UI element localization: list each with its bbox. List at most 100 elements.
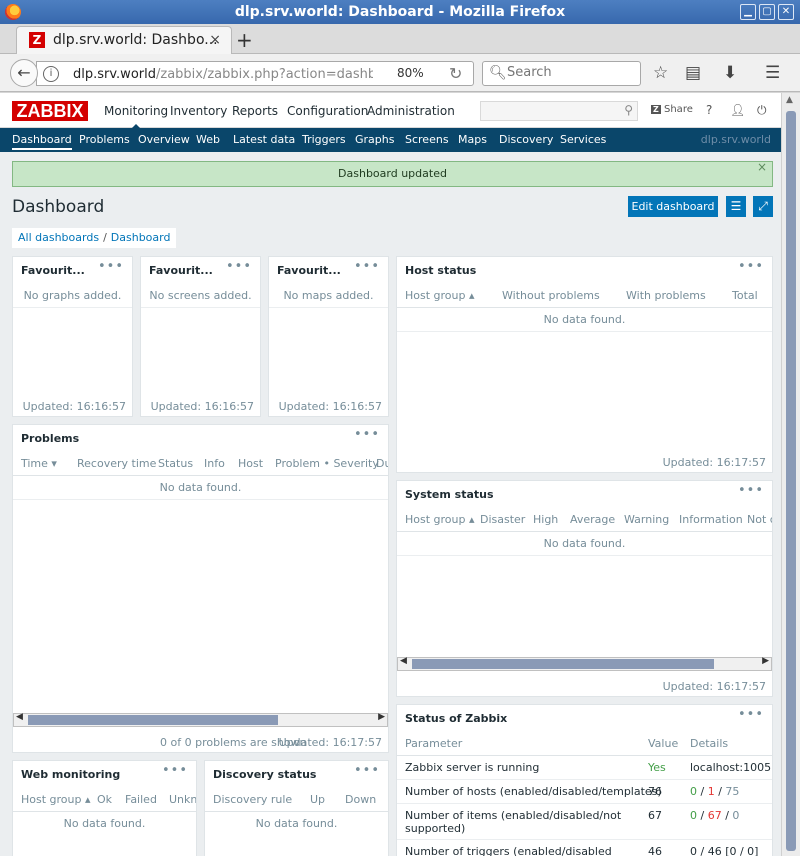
column-unknown: Unkno <box>169 793 197 806</box>
table-cell-value: 76 <box>648 785 662 798</box>
widget-menu-icon[interactable]: ••• <box>738 483 764 498</box>
column-host: Host <box>238 457 264 470</box>
horizontal-scrollbar[interactable]: ◀ ▶ <box>13 712 388 727</box>
server-name: dlp.srv.world <box>700 133 771 146</box>
success-message-text: Dashboard updated <box>338 167 447 180</box>
message-close-icon[interactable]: × <box>757 155 767 179</box>
column-duration: Du <box>376 457 388 470</box>
subnav-triggers[interactable]: Triggers <box>302 133 346 146</box>
tab-close-icon[interactable]: × <box>209 32 221 48</box>
table-cell-parameter: Number of triggers (enabled/disabled <box>405 845 612 856</box>
edit-dashboard-button[interactable]: Edit dashboard <box>628 196 718 217</box>
zabbix-logo[interactable]: ZABBIX <box>12 101 88 121</box>
dashboard-list-icon[interactable]: ☰ <box>726 196 746 217</box>
subnav-overview[interactable]: Overview <box>138 133 190 146</box>
divider <box>397 803 772 804</box>
menu-inventory[interactable]: Inventory <box>170 104 227 118</box>
widget-title: System status <box>405 488 494 501</box>
fullscreen-icon[interactable]: ⤢ <box>753 196 773 217</box>
table-cell-details: 0 / 1 / 75 <box>690 785 740 798</box>
scrollbar-thumb[interactable] <box>412 659 714 669</box>
updated-time: Updated: 16:16:57 <box>22 400 126 413</box>
subnav-problems[interactable]: Problems <box>79 133 130 146</box>
horizontal-scrollbar[interactable]: ◀ ▶ <box>397 656 772 671</box>
breadcrumb-all-dashboards[interactable]: All dashboards <box>18 231 99 244</box>
search-box[interactable]: 🔍︎ <box>482 61 641 86</box>
widget-menu-icon[interactable]: ••• <box>354 427 380 442</box>
empty-text: No data found. <box>543 313 626 326</box>
close-window-icon[interactable]: ✕ <box>778 4 794 20</box>
widget-status-of-zabbix: Status of Zabbix ••• Parameter Value Det… <box>396 704 773 856</box>
widget-host-status: Host status ••• Host group ▴ Without pro… <box>396 256 773 473</box>
search-input[interactable] <box>507 65 627 80</box>
download-icon[interactable]: ⬇ <box>723 63 737 83</box>
subnav-web[interactable]: Web <box>196 133 220 146</box>
subnav-dashboard[interactable]: Dashboard <box>12 133 72 150</box>
subnav-screens[interactable]: Screens <box>405 133 449 146</box>
page-vertical-scrollbar[interactable]: ▲ <box>781 93 800 856</box>
subnav-services[interactable]: Services <box>560 133 606 146</box>
table-cell-details: 0 / 46 [0 / 0] <box>690 845 759 856</box>
subnav-graphs[interactable]: Graphs <box>355 133 394 146</box>
share-link[interactable]: Z Share <box>651 104 693 115</box>
tab-bar: Z dlp.srv.world: Dashbo... × + <box>0 24 800 54</box>
minimize-icon[interactable]: ▁ <box>740 4 756 20</box>
table-cell-value: 67 <box>648 809 662 822</box>
widget-menu-icon[interactable]: ••• <box>354 763 380 778</box>
scrollbar-thumb[interactable] <box>786 111 796 851</box>
zabbix-search-icon[interactable]: ⚲ <box>624 103 633 117</box>
url-text[interactable]: dlp.srv.world/zabbix/zabbix.php?action=d… <box>73 67 373 82</box>
divider <box>397 531 772 532</box>
scrollbar-thumb[interactable] <box>28 715 278 725</box>
widget-menu-icon[interactable]: ••• <box>354 259 380 274</box>
bookmark-star-icon[interactable]: ☆ <box>653 63 668 83</box>
table-cell-parameter: Number of items (enabled/disabled/not <box>405 809 622 822</box>
back-button[interactable]: ← <box>10 59 38 87</box>
zoom-level[interactable]: 80% <box>397 66 424 80</box>
subnav-discovery[interactable]: Discovery <box>499 133 553 146</box>
divider <box>13 475 388 476</box>
new-tab-button[interactable]: + <box>236 28 253 52</box>
widget-menu-icon[interactable]: ••• <box>226 259 252 274</box>
column-host-group[interactable]: Host group ▴ <box>405 513 475 526</box>
breadcrumb-current[interactable]: Dashboard <box>111 231 171 244</box>
table-cell-parameter: Zabbix server is running <box>405 761 540 774</box>
menu-hamburger-icon[interactable]: ☰ <box>765 63 780 83</box>
menu-monitoring[interactable]: Monitoring <box>104 104 168 130</box>
help-icon[interactable]: ? <box>706 103 712 117</box>
zabbix-search-input[interactable]: ⚲ <box>480 101 638 121</box>
site-info-icon[interactable]: i <box>43 66 59 82</box>
column-not-classified: Not cl <box>747 513 772 526</box>
reading-list-icon[interactable]: ▤ <box>685 63 701 83</box>
widget-title: Favourit... <box>149 264 213 277</box>
scroll-up-icon[interactable]: ▲ <box>786 95 793 105</box>
maximize-icon[interactable]: ▢ <box>759 4 775 20</box>
widget-menu-icon[interactable]: ••• <box>98 259 124 274</box>
sign-out-icon[interactable]: ⏻ <box>757 103 767 118</box>
widget-menu-icon[interactable]: ••• <box>738 259 764 274</box>
widget-favourite-screens: Favourit... ••• No screens added. Update… <box>140 256 261 417</box>
column-high: High <box>533 513 559 526</box>
window-title: dlp.srv.world: Dashboard - Mozilla Firef… <box>234 4 566 20</box>
column-time[interactable]: Time ▾ <box>21 457 57 470</box>
widget-menu-icon[interactable]: ••• <box>162 763 188 778</box>
column-parameter: Parameter <box>405 737 463 750</box>
table-cell-parameter-cont: supported) <box>405 822 466 835</box>
menu-configuration[interactable]: Configuration <box>287 104 368 118</box>
subnav-latest-data[interactable]: Latest data <box>233 133 295 146</box>
widget-menu-icon[interactable]: ••• <box>738 707 764 722</box>
url-bar[interactable]: i dlp.srv.world/zabbix/zabbix.php?action… <box>36 61 474 86</box>
widget-web-monitoring: Web monitoring ••• Host group ▴ Ok Faile… <box>12 760 197 856</box>
reload-icon[interactable]: ↻ <box>449 64 462 83</box>
browser-tab[interactable]: Z dlp.srv.world: Dashbo... × <box>16 26 232 54</box>
column-host-group[interactable]: Host group ▴ <box>21 793 91 806</box>
menu-reports[interactable]: Reports <box>232 104 278 118</box>
empty-text: No data found. <box>63 817 146 830</box>
widget-title: Web monitoring <box>21 768 121 781</box>
column-down: Down <box>345 793 377 806</box>
menu-administration[interactable]: Administration <box>367 104 455 118</box>
column-host-group[interactable]: Host group ▴ <box>405 289 475 302</box>
subnav-maps[interactable]: Maps <box>458 133 487 146</box>
user-profile-icon[interactable]: 👤︎ <box>730 103 745 117</box>
widget-favourite-graphs: Favourit... ••• No graphs added. Updated… <box>12 256 133 417</box>
